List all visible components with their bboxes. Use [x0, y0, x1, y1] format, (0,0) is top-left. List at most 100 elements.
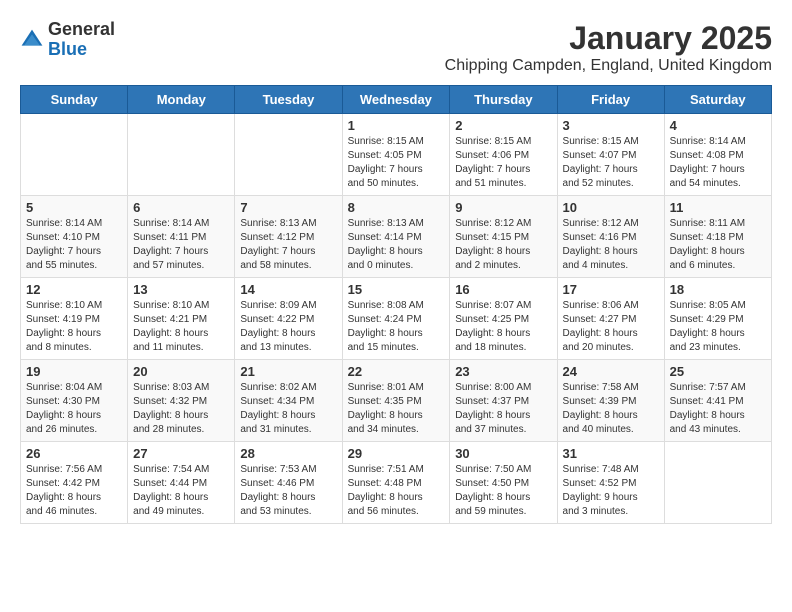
day-header-friday: Friday: [557, 86, 664, 114]
calendar-cell: 4 Sunrise: 8:14 AM Sunset: 4:08 PM Daylig…: [664, 114, 771, 196]
week-row-4: 19 Sunrise: 8:04 AM Sunset: 4:30 PM Dayli…: [21, 360, 772, 442]
day-info: Sunrise: 7:58 AM Sunset: 4:39 PM Dayligh…: [563, 381, 659, 437]
calendar-cell: 12 Sunrise: 8:10 AM Sunset: 4:19 PM Dayli…: [21, 278, 128, 360]
calendar: SundayMondayTuesdayWednesdayThursdayFrid…: [20, 85, 772, 524]
calendar-cell: 6Sunrise: 8:14 AM Sunset: 4:11 PM Daylig…: [128, 196, 235, 278]
day-info: Sunrise: 8:10 AM Sunset: 4:19 PM Dayligh…: [26, 299, 122, 355]
logo: General Blue: [20, 20, 115, 60]
calendar-cell: 7 Sunrise: 8:13 AM Sunset: 4:12 PM Daylig…: [235, 196, 342, 278]
day-number: 7: [240, 200, 336, 215]
calendar-cell: 25 Sunrise: 7:57 AM Sunset: 4:41 PM Dayli…: [664, 360, 771, 442]
day-number: 13: [133, 282, 229, 297]
day-info: Sunrise: 7:53 AM Sunset: 4:46 PM Dayligh…: [240, 463, 336, 519]
day-number: 1: [348, 118, 445, 133]
calendar-cell: 20Sunrise: 8:03 AM Sunset: 4:32 PM Dayli…: [128, 360, 235, 442]
calendar-cell: 3Sunrise: 8:15 AM Sunset: 4:07 PM Daylig…: [557, 114, 664, 196]
day-number: 22: [348, 364, 445, 379]
day-number: 25: [670, 364, 766, 379]
day-number: 26: [26, 446, 122, 461]
day-info: Sunrise: 8:11 AM Sunset: 4:18 PM Dayligh…: [670, 217, 766, 273]
day-number: 11: [670, 200, 766, 215]
calendar-cell: 16 Sunrise: 8:07 AM Sunset: 4:25 PM Dayli…: [450, 278, 557, 360]
calendar-header: SundayMondayTuesdayWednesdayThursdayFrid…: [21, 86, 772, 114]
day-info: Sunrise: 8:08 AM Sunset: 4:24 PM Dayligh…: [348, 299, 445, 355]
calendar-cell: 27Sunrise: 7:54 AM Sunset: 4:44 PM Dayli…: [128, 442, 235, 524]
day-number: 2: [455, 118, 551, 133]
day-info: Sunrise: 8:07 AM Sunset: 4:25 PM Dayligh…: [455, 299, 551, 355]
day-info: Sunrise: 8:02 AM Sunset: 4:34 PM Dayligh…: [240, 381, 336, 437]
day-number: 24: [563, 364, 659, 379]
day-info: Sunrise: 7:57 AM Sunset: 4:41 PM Dayligh…: [670, 381, 766, 437]
calendar-cell: [235, 114, 342, 196]
logo-blue: Blue: [48, 39, 87, 59]
calendar-cell: 11 Sunrise: 8:11 AM Sunset: 4:18 PM Dayli…: [664, 196, 771, 278]
day-info: Sunrise: 8:12 AM Sunset: 4:16 PM Dayligh…: [563, 217, 659, 273]
week-row-5: 26 Sunrise: 7:56 AM Sunset: 4:42 PM Dayli…: [21, 442, 772, 524]
week-row-3: 12 Sunrise: 8:10 AM Sunset: 4:19 PM Dayli…: [21, 278, 772, 360]
day-header-thursday: Thursday: [450, 86, 557, 114]
calendar-cell: 15 Sunrise: 8:08 AM Sunset: 4:24 PM Dayli…: [342, 278, 450, 360]
calendar-cell: 18 Sunrise: 8:05 AM Sunset: 4:29 PM Dayli…: [664, 278, 771, 360]
day-info: Sunrise: 8:13 AM Sunset: 4:12 PM Dayligh…: [240, 217, 336, 273]
subtitle: Chipping Campden, England, United Kingdo…: [445, 57, 772, 75]
day-info: Sunrise: 7:51 AM Sunset: 4:48 PM Dayligh…: [348, 463, 445, 519]
calendar-cell: 5Sunrise: 8:14 AM Sunset: 4:10 PM Daylig…: [21, 196, 128, 278]
calendar-body: 1Sunrise: 8:15 AM Sunset: 4:05 PM Daylig…: [21, 114, 772, 524]
day-info: Sunrise: 8:00 AM Sunset: 4:37 PM Dayligh…: [455, 381, 551, 437]
day-number: 17: [563, 282, 659, 297]
day-header-sunday: Sunday: [21, 86, 128, 114]
day-info: Sunrise: 8:05 AM Sunset: 4:29 PM Dayligh…: [670, 299, 766, 355]
day-number: 30: [455, 446, 551, 461]
calendar-cell: 19 Sunrise: 8:04 AM Sunset: 4:30 PM Dayli…: [21, 360, 128, 442]
day-info: Sunrise: 8:03 AM Sunset: 4:32 PM Dayligh…: [133, 381, 229, 437]
day-info: Sunrise: 8:15 AM Sunset: 4:07 PM Dayligh…: [563, 135, 659, 191]
day-info: Sunrise: 8:15 AM Sunset: 4:06 PM Dayligh…: [455, 135, 551, 191]
day-info: Sunrise: 8:14 AM Sunset: 4:11 PM Dayligh…: [133, 217, 229, 273]
calendar-cell: 9Sunrise: 8:12 AM Sunset: 4:15 PM Daylig…: [450, 196, 557, 278]
calendar-cell: 31 Sunrise: 7:48 AM Sunset: 4:52 PM Dayli…: [557, 442, 664, 524]
day-number: 4: [670, 118, 766, 133]
calendar-cell: 28 Sunrise: 7:53 AM Sunset: 4:46 PM Dayli…: [235, 442, 342, 524]
day-header-saturday: Saturday: [664, 86, 771, 114]
day-number: 14: [240, 282, 336, 297]
calendar-cell: 26 Sunrise: 7:56 AM Sunset: 4:42 PM Dayli…: [21, 442, 128, 524]
calendar-cell: [664, 442, 771, 524]
calendar-cell: 22Sunrise: 8:01 AM Sunset: 4:35 PM Dayli…: [342, 360, 450, 442]
day-info: Sunrise: 8:14 AM Sunset: 4:10 PM Dayligh…: [26, 217, 122, 273]
main-title: January 2025: [445, 20, 772, 57]
day-number: 31: [563, 446, 659, 461]
calendar-cell: 13Sunrise: 8:10 AM Sunset: 4:21 PM Dayli…: [128, 278, 235, 360]
day-number: 12: [26, 282, 122, 297]
day-info: Sunrise: 7:50 AM Sunset: 4:50 PM Dayligh…: [455, 463, 551, 519]
calendar-cell: 30 Sunrise: 7:50 AM Sunset: 4:50 PM Dayli…: [450, 442, 557, 524]
day-number: 28: [240, 446, 336, 461]
logo-general: General: [48, 19, 115, 39]
calendar-cell: 21 Sunrise: 8:02 AM Sunset: 4:34 PM Dayli…: [235, 360, 342, 442]
title-area: January 2025 Chipping Campden, England, …: [445, 20, 772, 75]
day-info: Sunrise: 8:04 AM Sunset: 4:30 PM Dayligh…: [26, 381, 122, 437]
day-info: Sunrise: 7:48 AM Sunset: 4:52 PM Dayligh…: [563, 463, 659, 519]
day-info: Sunrise: 7:56 AM Sunset: 4:42 PM Dayligh…: [26, 463, 122, 519]
day-info: Sunrise: 8:12 AM Sunset: 4:15 PM Dayligh…: [455, 217, 551, 273]
day-info: Sunrise: 7:54 AM Sunset: 4:44 PM Dayligh…: [133, 463, 229, 519]
day-header-tuesday: Tuesday: [235, 86, 342, 114]
day-number: 18: [670, 282, 766, 297]
header: General Blue January 2025 Chipping Campd…: [20, 20, 772, 75]
calendar-cell: [21, 114, 128, 196]
day-number: 23: [455, 364, 551, 379]
calendar-cell: 24 Sunrise: 7:58 AM Sunset: 4:39 PM Dayli…: [557, 360, 664, 442]
day-number: 19: [26, 364, 122, 379]
week-row-1: 1Sunrise: 8:15 AM Sunset: 4:05 PM Daylig…: [21, 114, 772, 196]
day-info: Sunrise: 8:09 AM Sunset: 4:22 PM Dayligh…: [240, 299, 336, 355]
day-number: 10: [563, 200, 659, 215]
day-number: 8: [348, 200, 445, 215]
day-number: 21: [240, 364, 336, 379]
day-number: 29: [348, 446, 445, 461]
day-number: 15: [348, 282, 445, 297]
calendar-cell: 1Sunrise: 8:15 AM Sunset: 4:05 PM Daylig…: [342, 114, 450, 196]
calendar-cell: 17Sunrise: 8:06 AM Sunset: 4:27 PM Dayli…: [557, 278, 664, 360]
day-number: 16: [455, 282, 551, 297]
calendar-cell: 23 Sunrise: 8:00 AM Sunset: 4:37 PM Dayli…: [450, 360, 557, 442]
day-info: Sunrise: 8:14 AM Sunset: 4:08 PM Dayligh…: [670, 135, 766, 191]
logo-icon: [20, 28, 44, 52]
